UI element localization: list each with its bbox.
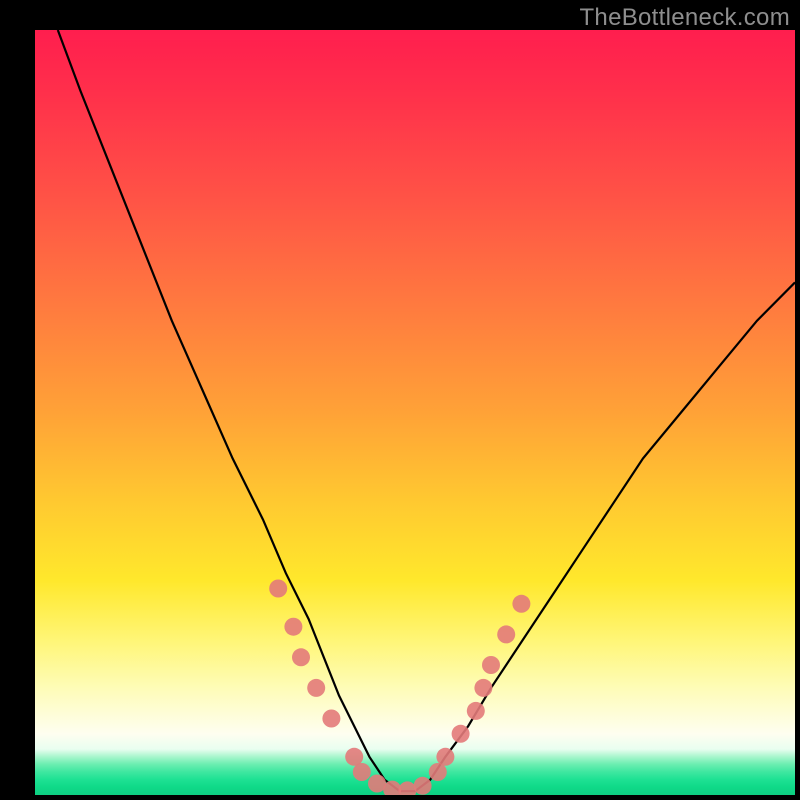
- curve-marker: [482, 656, 500, 674]
- chart-frame: TheBottleneck.com: [0, 0, 800, 800]
- curve-marker: [398, 781, 416, 795]
- curve-marker: [512, 595, 530, 613]
- curve-marker: [452, 725, 470, 743]
- curve-marker: [414, 777, 432, 795]
- plot-area: [35, 30, 795, 795]
- curve-svg: [35, 30, 795, 795]
- curve-marker: [467, 702, 485, 720]
- curve-marker: [353, 763, 371, 781]
- curve-marker: [497, 625, 515, 643]
- curve-marker: [474, 679, 492, 697]
- curve-marker: [284, 618, 302, 636]
- bottleneck-curve: [58, 30, 795, 791]
- watermark-label: TheBottleneck.com: [579, 4, 790, 32]
- curve-marker: [307, 679, 325, 697]
- curve-markers: [269, 580, 530, 796]
- curve-marker: [436, 748, 454, 766]
- curve-marker: [269, 580, 287, 598]
- curve-marker: [292, 648, 310, 666]
- curve-marker: [322, 710, 340, 728]
